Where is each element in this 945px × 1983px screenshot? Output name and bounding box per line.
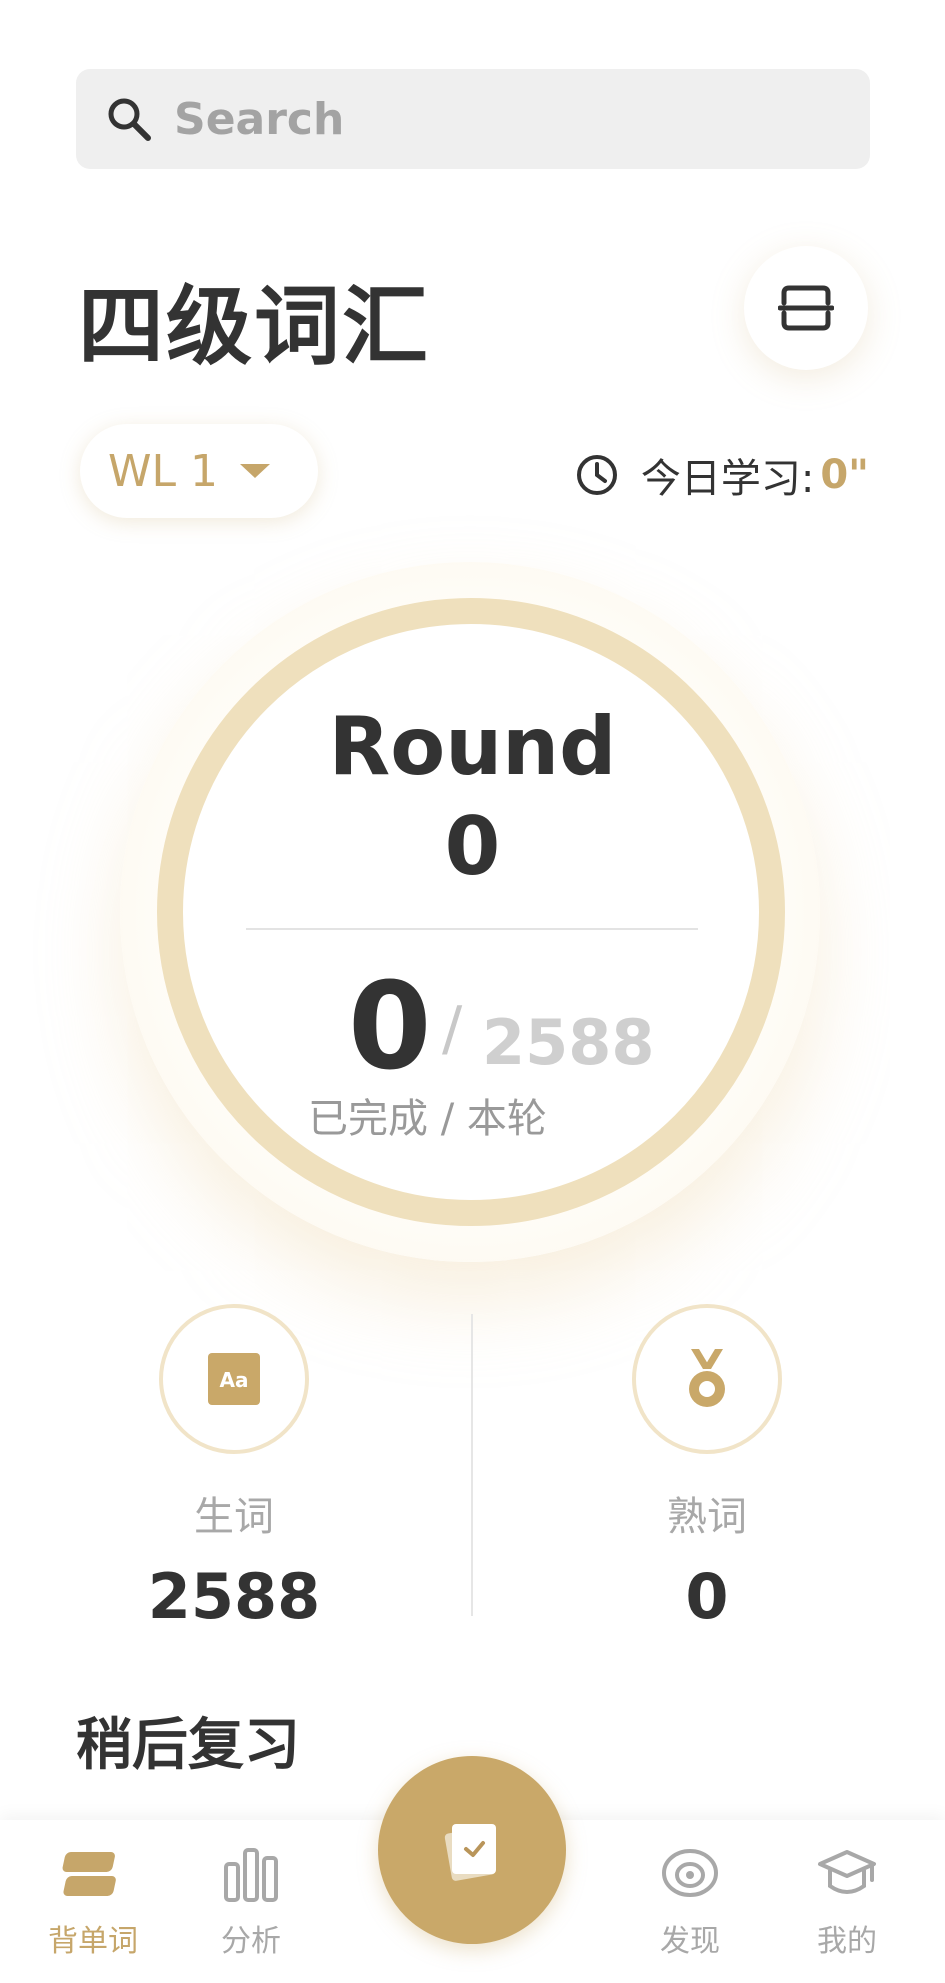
new-words-circle: Aa [159, 1304, 309, 1454]
aa-card-icon: Aa [208, 1353, 260, 1405]
completed-count: 0 [348, 958, 432, 1097]
stack-icon [62, 1852, 116, 1896]
start-study-button[interactable] [378, 1756, 566, 1944]
scan-icon [778, 285, 834, 331]
nav-label-analysis: 分析 [221, 1924, 281, 1959]
search-bar[interactable] [76, 69, 870, 169]
stats-divider [471, 1314, 473, 1616]
today-value: 0" [820, 452, 869, 498]
known-words-stat[interactable]: 熟词 0 [557, 1304, 857, 1633]
known-words-circle [632, 1304, 782, 1454]
nav-label-discover: 发现 [660, 1924, 720, 1959]
check-card-icon [444, 1824, 496, 1881]
bar-chart-icon [224, 1848, 278, 1902]
wordlist-dropdown[interactable]: WL 1 [80, 424, 318, 518]
progress-caption: 已完成 / 本轮 [308, 1096, 547, 1142]
scan-button[interactable] [744, 246, 868, 370]
known-words-label: 熟词 [667, 1494, 747, 1540]
eye-icon [662, 1849, 718, 1897]
page: 四级词汇 WL 1 今日学习: 0" Round 0 0 / 2588 已完成 … [0, 0, 945, 1983]
medal-icon [689, 1349, 725, 1407]
wordlist-label: WL 1 [108, 445, 218, 497]
new-words-value: 2588 [147, 1560, 321, 1633]
search-input[interactable] [174, 93, 774, 145]
nav-item-discover[interactable]: 发现 [615, 1842, 765, 1960]
today-label: 今日学习: [640, 456, 815, 502]
caret-down-icon [240, 464, 270, 478]
graduation-cap-icon [818, 1850, 876, 1894]
new-words-stat[interactable]: Aa 生词 2588 [84, 1304, 384, 1633]
known-words-value: 0 [685, 1560, 729, 1633]
nav-item-analysis[interactable]: 分析 [176, 1842, 326, 1960]
today-study: 今日学习: 0" [575, 446, 869, 504]
search-icon [108, 98, 151, 141]
round-number: 0 [444, 800, 501, 893]
progress-separator: / [442, 994, 463, 1064]
review-later-heading: 稍后复习 [76, 1713, 300, 1778]
svg-text:Aa: Aa [220, 1368, 249, 1392]
round-label: Round [328, 700, 617, 793]
nav-item-words[interactable]: 背单词 [18, 1842, 168, 1960]
nav-label-words: 背单词 [48, 1924, 138, 1959]
nav-item-me[interactable]: 我的 [772, 1842, 922, 1960]
page-title: 四级词汇 [78, 277, 430, 377]
new-words-label: 生词 [194, 1494, 274, 1540]
nav-label-me: 我的 [817, 1924, 877, 1959]
clock-icon [576, 455, 617, 495]
round-total: 2588 [482, 1006, 655, 1079]
ring-divider [246, 928, 698, 930]
